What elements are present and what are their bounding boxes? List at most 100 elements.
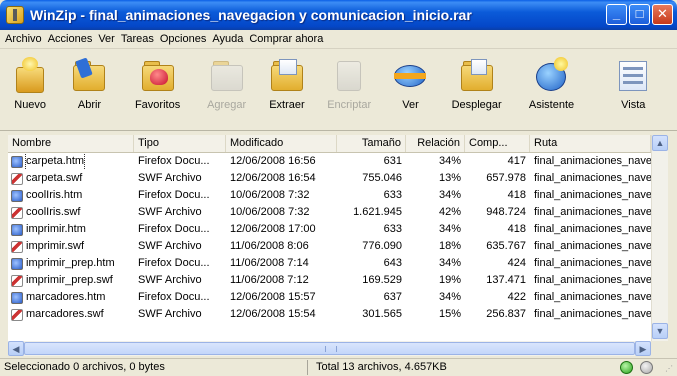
extract-folder-icon	[267, 55, 307, 95]
scroll-up-button[interactable]: ▲	[652, 135, 668, 151]
table-row[interactable]: carpeta.swf SWF Archivo 12/06/2008 16:54 75…	[8, 170, 667, 187]
horizontal-scroll-thumb[interactable]	[24, 342, 635, 355]
toolbar-label: Encriptar	[327, 99, 372, 111]
toolbar-desplegar-button[interactable]: Desplegar	[440, 49, 514, 129]
file-name-cell[interactable]: imprimir.htm	[8, 221, 134, 238]
toolbar-nuevo-button[interactable]: Nuevo	[0, 49, 60, 129]
menu-acciones[interactable]: Acciones	[45, 33, 96, 45]
swf-file-icon	[11, 274, 23, 287]
file-path: final_animaciones_naveg	[534, 172, 651, 184]
toolbar-extraer-button[interactable]: Extraer	[257, 49, 317, 129]
toolbar-label: Abrir	[77, 99, 102, 111]
file-name: marcadores.htm	[26, 291, 106, 303]
toolbar-asistente-button[interactable]: Asistente	[514, 49, 590, 129]
table-row[interactable]: carpeta.htm Firefox Docu... 12/06/2008 16:…	[8, 153, 667, 170]
file-name-cell[interactable]: carpeta.htm	[8, 153, 134, 170]
file-name-cell[interactable]: imprimir_prep.htm	[8, 255, 134, 272]
column-header-tamano[interactable]: Tamaño	[337, 135, 406, 152]
table-row[interactable]: marcadores.swf SWF Archivo 12/06/2008 15:5…	[8, 306, 667, 323]
menu-tareas[interactable]: Tareas	[118, 33, 157, 45]
file-size: 755.046	[362, 172, 402, 184]
title-bar[interactable]: WinZip - final_animaciones_navegacion y …	[0, 0, 677, 30]
toolbar-abrir-button[interactable]: Abrir	[60, 49, 118, 129]
file-name-cell[interactable]: marcadores.swf	[8, 306, 134, 323]
file-name: carpeta.htm	[24, 153, 86, 170]
scroll-down-button[interactable]: ▼	[652, 323, 668, 339]
file-ratio: 42%	[438, 206, 461, 218]
toolbar-label: Desplegar	[451, 99, 502, 111]
file-name-cell[interactable]: carpeta.swf	[8, 170, 134, 187]
column-header-modificado[interactable]: Modificado	[226, 135, 337, 152]
column-header-comprimido[interactable]: Comp...	[465, 135, 530, 152]
menu-opciones[interactable]: Opciones	[157, 33, 209, 45]
close-button[interactable]: ✕	[652, 4, 673, 25]
file-name: marcadores.swf	[26, 308, 104, 320]
swf-file-icon	[11, 172, 23, 185]
resize-grip-icon[interactable]: ⋰	[665, 364, 675, 374]
horizontal-scrollbar[interactable]: ◀ ▶	[8, 341, 651, 356]
file-modified: 12/06/2008 16:54	[230, 172, 316, 184]
toolbar-label: Ver	[402, 99, 419, 111]
firefox-document-icon	[11, 257, 23, 270]
toolbar-encriptar-button[interactable]: Encriptar	[317, 49, 381, 129]
minimize-button[interactable]: _	[606, 4, 627, 25]
menu-comprar-ahora[interactable]: Comprar ahora	[246, 33, 326, 45]
file-name-cell[interactable]: coolIris.htm	[8, 187, 134, 204]
file-size: 633	[383, 189, 402, 201]
file-name: imprimir_prep.htm	[26, 257, 115, 269]
table-row[interactable]: imprimir_prep.htm Firefox Docu... 11/06/20…	[8, 255, 667, 272]
file-size: 776.090	[362, 240, 402, 252]
file-packed-size: 418	[507, 189, 526, 201]
scroll-corner	[651, 341, 667, 356]
menu-ayuda[interactable]: Ayuda	[209, 33, 246, 45]
file-type: Firefox Docu...	[138, 155, 210, 167]
table-row[interactable]: imprimir.htm Firefox Docu... 12/06/2008 17…	[8, 221, 667, 238]
column-header-ruta[interactable]: Ruta	[530, 135, 651, 152]
file-name-cell[interactable]: imprimir_prep.swf	[8, 272, 134, 289]
file-modified: 11/06/2008 7:14	[230, 257, 309, 269]
toolbar-label: Extraer	[269, 99, 305, 111]
column-header-relacion[interactable]: Relación	[406, 135, 465, 152]
open-folder-icon	[69, 55, 109, 95]
column-header-nombre[interactable]: Nombre	[8, 135, 134, 152]
file-ratio: 34%	[438, 189, 461, 201]
file-path: final_animaciones_naveg	[534, 189, 651, 201]
favorites-heart-icon	[138, 55, 178, 95]
table-row[interactable]: imprimir.swf SWF Archivo 11/06/2008 8:06 77…	[8, 238, 667, 255]
toolbar-favoritos-button[interactable]: Favoritos	[119, 49, 197, 129]
toolbar-ver-button[interactable]: Ver	[381, 49, 439, 129]
swf-file-icon	[11, 206, 23, 219]
file-type: Firefox Docu...	[138, 257, 210, 269]
window-title: WinZip - final_animaciones_navegacion y …	[30, 7, 472, 23]
toolbar-label: Agregar	[207, 99, 247, 111]
file-ratio: 18%	[438, 240, 461, 252]
table-row[interactable]: coolIris.swf SWF Archivo 10/06/2008 7:32 1.…	[8, 204, 667, 221]
view-glasses-icon	[390, 55, 430, 95]
file-list-header: Nombre Tipo Modificado Tamaño Relación C…	[8, 135, 667, 153]
firefox-document-icon	[11, 223, 23, 236]
file-name-cell[interactable]: marcadores.htm	[8, 289, 134, 306]
status-separator	[307, 360, 308, 375]
scroll-right-button[interactable]: ▶	[635, 341, 651, 356]
toolbar-agregar-button[interactable]: Agregar	[196, 49, 256, 129]
file-packed-size: 424	[507, 257, 526, 269]
scroll-left-button[interactable]: ◀	[8, 341, 24, 356]
vertical-scrollbar[interactable]: ▲ ▼	[651, 135, 668, 341]
column-header-tipo[interactable]: Tipo	[134, 135, 226, 152]
file-ratio: 34%	[438, 223, 461, 235]
file-name-cell[interactable]: imprimir.swf	[8, 238, 134, 255]
file-size: 637	[383, 291, 402, 303]
menu-ver[interactable]: Ver	[95, 33, 118, 45]
file-ratio: 34%	[438, 155, 461, 167]
maximize-button[interactable]: □	[629, 4, 650, 25]
table-row[interactable]: coolIris.htm Firefox Docu... 10/06/2008 7:…	[8, 187, 667, 204]
file-path: final_animaciones_naveg	[534, 206, 651, 218]
toolbar-vista-button[interactable]: Vista	[589, 49, 677, 129]
winzip-app-icon[interactable]	[6, 6, 24, 24]
file-list: carpeta.htm Firefox Docu... 12/06/2008 16:…	[8, 153, 667, 341]
table-row[interactable]: imprimir_prep.swf SWF Archivo 11/06/2008 7…	[8, 272, 667, 289]
file-path: final_animaciones_naveg	[534, 155, 651, 167]
table-row[interactable]: marcadores.htm Firefox Docu... 12/06/2008 …	[8, 289, 667, 306]
file-name-cell[interactable]: coolIris.swf	[8, 204, 134, 221]
menu-archivo[interactable]: Archivo	[2, 33, 45, 45]
